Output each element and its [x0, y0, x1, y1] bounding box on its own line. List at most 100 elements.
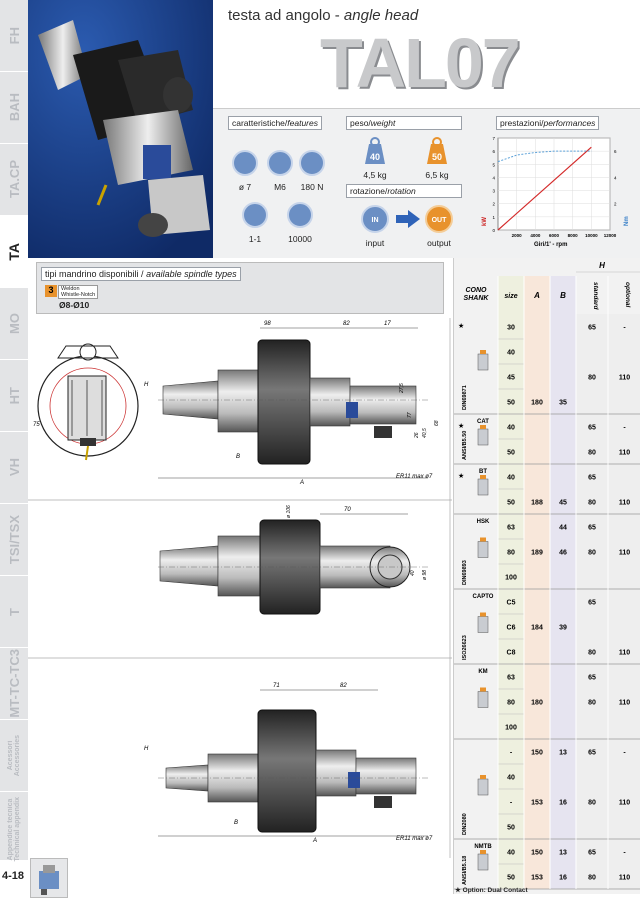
cell-opt: 110 [619, 800, 630, 807]
header-cono: CONO [466, 287, 488, 294]
tab-label: Acessori Accessories [7, 734, 21, 777]
cell-std: 80 [588, 875, 596, 882]
cell-B: 13 [559, 850, 567, 857]
shank-icon [477, 612, 489, 633]
shank-label: BT [479, 469, 487, 475]
force-icon [299, 150, 325, 176]
dual-contact-star-icon: ★ [458, 472, 464, 480]
shank-standard: DIN2080 [462, 813, 468, 835]
x-tick-label: 12000 [604, 233, 617, 238]
rotation-title: rotazione/rotation [346, 184, 462, 198]
shank-label: HSK [477, 519, 490, 525]
tab-t[interactable]: T [0, 576, 28, 648]
cell-std: 80 [588, 650, 596, 657]
tab-label: MT-TC-TC3 [6, 649, 22, 718]
svg-text:IN: IN [372, 217, 379, 224]
cell-std: 80 [588, 700, 596, 707]
cell-opt: 110 [619, 450, 630, 457]
tab-ta[interactable]: TA [0, 216, 28, 288]
cell-size: C5 [507, 600, 516, 607]
spindle-badge: 3 [45, 285, 57, 297]
tab-fh[interactable]: FH [0, 0, 28, 72]
svg-text:71: 71 [273, 683, 280, 689]
cell-B: 16 [559, 875, 567, 882]
tab-mt-tc-tc3[interactable]: MT-TC-TC3 [0, 648, 28, 720]
svg-text:50: 50 [432, 152, 442, 162]
svg-text:H: H [144, 746, 149, 752]
feature-force: 180 N [300, 182, 324, 192]
tab-acessori[interactable]: Acessori Accessories [0, 720, 28, 792]
cell-size: 50 [507, 400, 515, 407]
cell-size: 50 [507, 500, 515, 507]
cell-B: 46 [559, 550, 567, 557]
cell-size: 100 [505, 725, 517, 732]
cell-size: 30 [507, 325, 515, 332]
table-footnote: ★ Option: Dual Contact [455, 887, 528, 894]
cell-size: C8 [507, 650, 516, 657]
svg-text:ø 98: ø 98 [422, 570, 428, 580]
cell-B: 39 [559, 625, 567, 632]
svg-text:H: H [144, 382, 149, 388]
cell-size: 40 [507, 425, 515, 432]
svg-text:26: 26 [414, 432, 420, 439]
cell-size: 40 [507, 850, 515, 857]
y-left-tick-label: 5 [492, 162, 495, 167]
svg-text:ø 106: ø 106 [286, 505, 292, 518]
cell-std: 65 [588, 525, 596, 532]
x-tick-label: 10000 [585, 233, 598, 238]
cell-std: 65 [588, 750, 596, 757]
cell-size: 63 [507, 675, 515, 682]
cell-opt: 110 [619, 500, 630, 507]
tab-label: TSI/TSX [6, 514, 22, 565]
x-axis-label: Giri/1' - rpm [534, 242, 567, 248]
cell-B: 16 [559, 800, 567, 807]
y-left-tick-label: 0 [492, 228, 495, 233]
header-optional: optional [624, 282, 631, 307]
tab-ta-cp[interactable]: TA.CP [0, 144, 28, 216]
header-h: H [599, 261, 605, 270]
shank-standard: DIN69893 [462, 560, 468, 585]
tab-tsi-tsx[interactable]: TSI/TSX [0, 504, 28, 576]
shank-standard: ISO26623 [462, 635, 468, 660]
cell-size: 45 [507, 375, 515, 382]
y-right-tick-label: 4 [614, 175, 617, 180]
tab-vh[interactable]: VH [0, 432, 28, 504]
cell-B: 44 [559, 525, 567, 532]
side-view-1: 98 82 17 H B A 27,5 77 26 40,5 68 ER11 m… [144, 321, 440, 486]
weight-50: 6,5 kg [425, 170, 449, 180]
cell-std: 80 [588, 375, 596, 382]
weight-40-icon: 40 [365, 137, 385, 164]
page-subtitle: testa ad angolo - angle head [228, 7, 419, 24]
cell-A: 189 [531, 550, 543, 557]
tab-bah[interactable]: BAH [0, 72, 28, 144]
ratio-icon [242, 202, 268, 228]
cell-size: 100 [505, 575, 517, 582]
tab-mo[interactable]: MO [0, 288, 28, 360]
svg-text:40: 40 [370, 152, 380, 162]
cell-size: 50 [507, 450, 515, 457]
section-tab-bar: FH BAH TA.CP TA MO HT VH TSI/TSX T MT-TC-TC3 Acess… [0, 0, 28, 868]
cell-std: 80 [588, 800, 596, 807]
tab-ht[interactable]: HT [0, 360, 28, 432]
shank-standard: DIN69871 [462, 385, 468, 410]
tab-label: MO [6, 313, 22, 334]
cell-A: 150 [531, 750, 543, 757]
shank-icon [477, 425, 489, 446]
rotation-output: output [427, 238, 451, 248]
y-right-tick-label: 2 [614, 202, 617, 207]
tab-label: VH [6, 458, 22, 477]
cell-std: 65 [588, 325, 596, 332]
tab-label: TA [6, 242, 22, 261]
cell-size: 80 [507, 700, 515, 707]
tab-label: Appendice tecnica Technical appendix [7, 797, 21, 862]
svg-text:A: A [299, 480, 304, 486]
tab-label: TA.CP [6, 160, 22, 199]
cell-std: 65 [588, 600, 596, 607]
tab-appendice-tecnica[interactable]: Appendice tecnica Technical appendix [0, 792, 28, 868]
weight-40: 4,5 kg [363, 170, 387, 180]
tab-label: HT [6, 386, 22, 405]
cell-std: 65 [588, 475, 596, 482]
shank-icon [477, 775, 489, 796]
svg-text:82: 82 [343, 321, 350, 327]
side-view-3: 71 82 H B A ER11 max ø7 [144, 683, 433, 844]
